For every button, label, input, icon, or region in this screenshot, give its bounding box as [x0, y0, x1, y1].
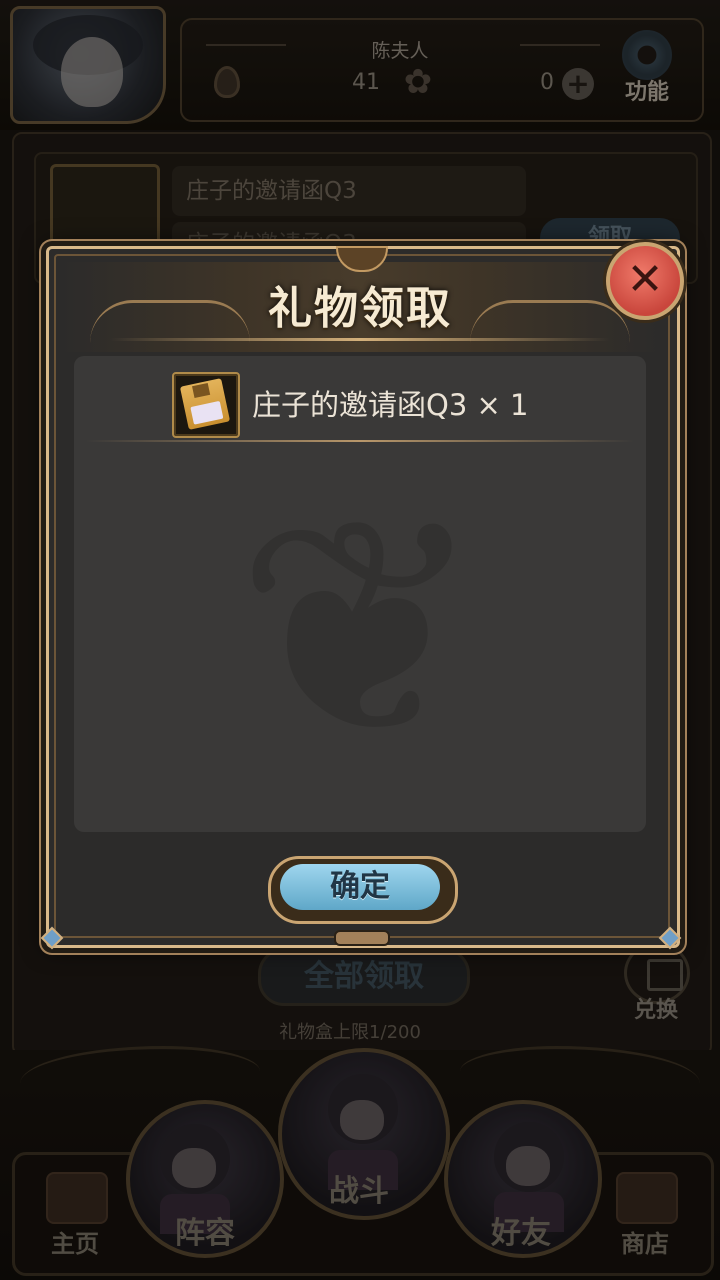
floppy-shutter [192, 382, 211, 399]
floppy-disk-icon [179, 378, 231, 430]
close-icon: ✕ [626, 254, 664, 305]
dialog-bottom-ornament [334, 930, 390, 946]
reward-divider [86, 440, 634, 442]
reward-item-text: 庄子的邀请函Q3 × 1 [252, 388, 529, 422]
title-underline [110, 338, 610, 341]
ornament-watermark-icon: ❦ [234, 455, 486, 804]
floppy-label [190, 400, 224, 425]
dialog-title: 礼物领取 [268, 283, 452, 334]
reward-item-icon [172, 372, 240, 438]
confirm-button[interactable]: 确定 [280, 864, 440, 910]
close-button[interactable]: ✕ [606, 242, 684, 320]
